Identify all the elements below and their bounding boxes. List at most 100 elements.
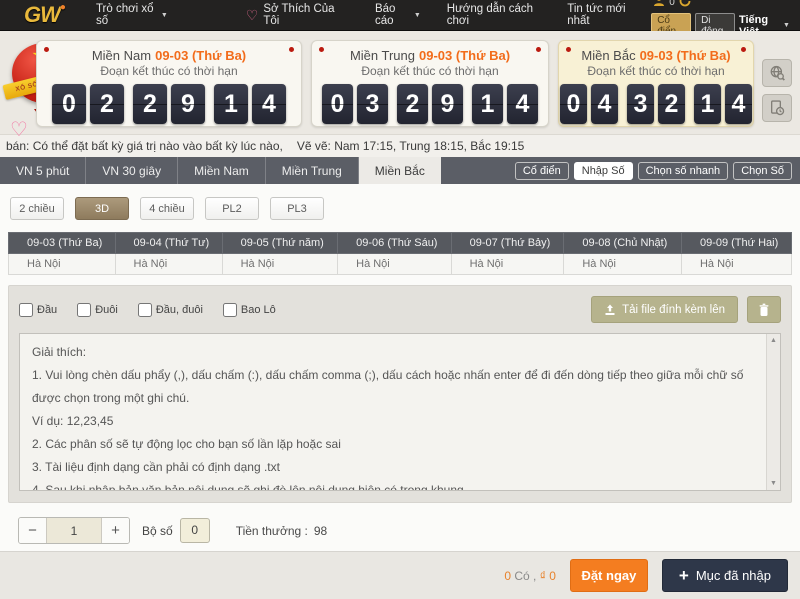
clear-trash-button[interactable] [747,296,781,323]
checkbox-dau[interactable]: Đầu [19,303,57,317]
countdown-timer: 03 29 14 [312,84,548,124]
checkbox-input[interactable] [19,303,33,317]
timer-digit: 1 [214,84,248,124]
bet-summary: 0 Có , ₫ 0 [504,569,556,583]
sale-info-text: bán: Có thể đặt bất kỳ giá trị nào vào b… [6,139,283,153]
tab-mien-nam[interactable]: Miền Nam [178,157,266,184]
timer-digit: 4 [252,84,286,124]
sets-count: 0 [180,518,210,543]
subtab-4-chieu[interactable]: 4 chiều [140,197,194,220]
panel-mien-nam: Miền Nam09-03 (Thứ Ba) Đoạn kết thúc có … [36,40,302,127]
multiplier-input[interactable] [46,518,102,543]
venue-cell[interactable]: Hà Nội [681,254,791,275]
subtab-pl2[interactable]: PL2 [205,197,259,220]
tab-mien-bac[interactable]: Miền Bắc [359,157,441,184]
corner-dot [566,47,571,52]
bet-options-row: Đầu Đuôi Đầu, đuôi Bao Lô Tải file đính … [19,296,781,323]
mode-co-dien-button[interactable]: Cổ điển [515,162,569,180]
draw-date: 09-03 (Thứ Ba) [640,48,731,63]
corner-dot [536,47,541,52]
timer-digit: 2 [658,84,685,124]
subtab-pl3[interactable]: PL3 [270,197,324,220]
chevron-down-icon: ▼ [414,12,421,19]
checkbox-dau-duoi[interactable]: Đầu, đuôi [138,303,203,317]
timer-digit: 3 [627,84,654,124]
checkbox-input[interactable] [223,303,237,317]
draw-schedule-table: 09-03 (Thứ Ba) 09-04 (Thứ Tư) 09-05 (Thứ… [8,232,792,275]
timer-digit: 2 [397,84,428,124]
upload-icon [604,304,616,316]
region-name: Miền Nam [92,48,151,63]
timer-digit: 0 [322,84,353,124]
top-navigation: GW● Trò chơi xổ số▼ ♡Sở Thích Của Tôi Bá… [0,0,800,31]
mode-nhap-so-button[interactable]: Nhập Số [574,162,633,180]
reward-text: Tiền thưởng :98 [236,524,328,538]
scroll-down-icon[interactable]: ▼ [770,477,777,490]
deadline-label: Đoạn kết thúc có thời hạn [312,64,548,78]
timer-digit: 4 [591,84,618,124]
trash-icon [758,303,770,317]
mode-chon-so-button[interactable]: Chọn Số [733,162,792,180]
venue-cell[interactable]: Hà Nội [115,254,222,275]
deadline-label: Đoạn kết thúc có thời hạn [559,64,753,78]
logo-dot-icon: ● [60,2,65,13]
entry-mode-buttons: Cổ điển Nhập Số Chọn số nhanh Chọn Số [515,157,800,184]
textarea-scrollbar[interactable]: ▲ ▼ [766,334,780,490]
upload-file-button[interactable]: Tải file đính kèm lên [591,296,738,323]
nav-item-howto[interactable]: Hướng dẫn cách chơi [434,0,554,31]
decrement-button[interactable]: − [19,518,46,543]
venue-cell[interactable]: Hà Nội [451,254,564,275]
results-lookup-button[interactable] [762,59,792,87]
action-footer: 0 Có , ₫ 0 Đặt ngay +Mục đã nhập [0,551,800,599]
plus-icon: + [679,567,689,584]
numbers-textarea[interactable]: Giải thích: 1. Vui lòng chèn dấu phẩy (,… [20,334,780,490]
subtab-2-chieu[interactable]: 2 chiều [10,197,64,220]
corner-dot [289,47,294,52]
heart-icon[interactable]: ♡ [10,117,28,142]
draw-times-text: Vẽ vẽ: Nam 17:15, Trung 18:15, Bắc 19:15 [297,139,524,153]
balance-amount: 0 [669,0,675,8]
refresh-icon[interactable] [679,0,691,12]
countdown-strip: ★ XỔ SỐ VIỆT NAM ♡ Miền Nam09-03 (Thứ Ba… [0,31,800,135]
history-document-button[interactable] [762,94,792,122]
reward-value: 98 [314,524,327,538]
region-name: Miền Trung [350,48,415,63]
nav-item-reports[interactable]: Báo cáo▼ [362,0,434,31]
date-header: 09-04 (Thứ Tư) [115,233,222,254]
sets-label: Bộ số [142,524,173,538]
date-header: 09-06 (Thứ Sáu) [338,233,451,254]
tab-mien-trung[interactable]: Miền Trung [266,157,359,184]
checkbox-input[interactable] [77,303,91,317]
scroll-up-icon[interactable]: ▲ [770,334,777,347]
table-header-row: 09-03 (Thứ Ba) 09-04 (Thứ Tư) 09-05 (Thứ… [9,233,792,254]
nav-item-favorites[interactable]: ♡Sở Thích Của Tôi [233,0,350,31]
checkbox-input[interactable] [138,303,152,317]
region-countdown-panels: Miền Nam 09-03 (Thứ Ba) Đoạn kết thúc có … [36,40,754,127]
nav-item-news[interactable]: Tin tức mới nhất [554,0,651,31]
venue-cell[interactable]: Hà Nội [338,254,451,275]
checkbox-bao-lo[interactable]: Bao Lô [223,303,276,317]
nav-item-games[interactable]: Trò chơi xổ số▼ [83,0,181,31]
user-icon[interactable] [653,0,665,12]
venue-cell[interactable]: Hà Nội [564,254,682,275]
venue-cell[interactable]: Hà Nội [222,254,338,275]
draw-date: 09-03 (Thứ Ba) [155,48,246,63]
corner-dot [741,47,746,52]
corner-dot [319,47,324,52]
number-entry-panel: Đầu Đuôi Đầu, đuôi Bao Lô Tải file đính … [8,285,792,503]
timer-digit: 2 [133,84,167,124]
entered-items-button[interactable]: +Mục đã nhập [662,559,788,592]
increment-button[interactable]: + [102,518,129,543]
checkbox-duoi[interactable]: Đuôi [77,303,118,317]
bet-controls-row: − + Bộ số 0 Tiền thưởng :98 [18,517,800,544]
tab-vn-5-phut[interactable]: VN 5 phút [0,157,86,184]
tab-vn-30-giay[interactable]: VN 30 giây [86,157,178,184]
lottery-tabbar: VN 5 phút VN 30 giây Miền Nam Miền Trung… [0,157,800,184]
brand-logo[interactable]: GW● [24,2,65,28]
venue-cell[interactable]: Hà Nội [9,254,116,275]
place-bet-button[interactable]: Đặt ngay [570,559,648,592]
mode-chon-so-nhanh-button[interactable]: Chọn số nhanh [638,162,729,180]
subtab-3d[interactable]: 3D [75,197,129,220]
draw-date: 09-03 (Thứ Ba) [419,48,510,63]
timer-digit: 3 [357,84,388,124]
